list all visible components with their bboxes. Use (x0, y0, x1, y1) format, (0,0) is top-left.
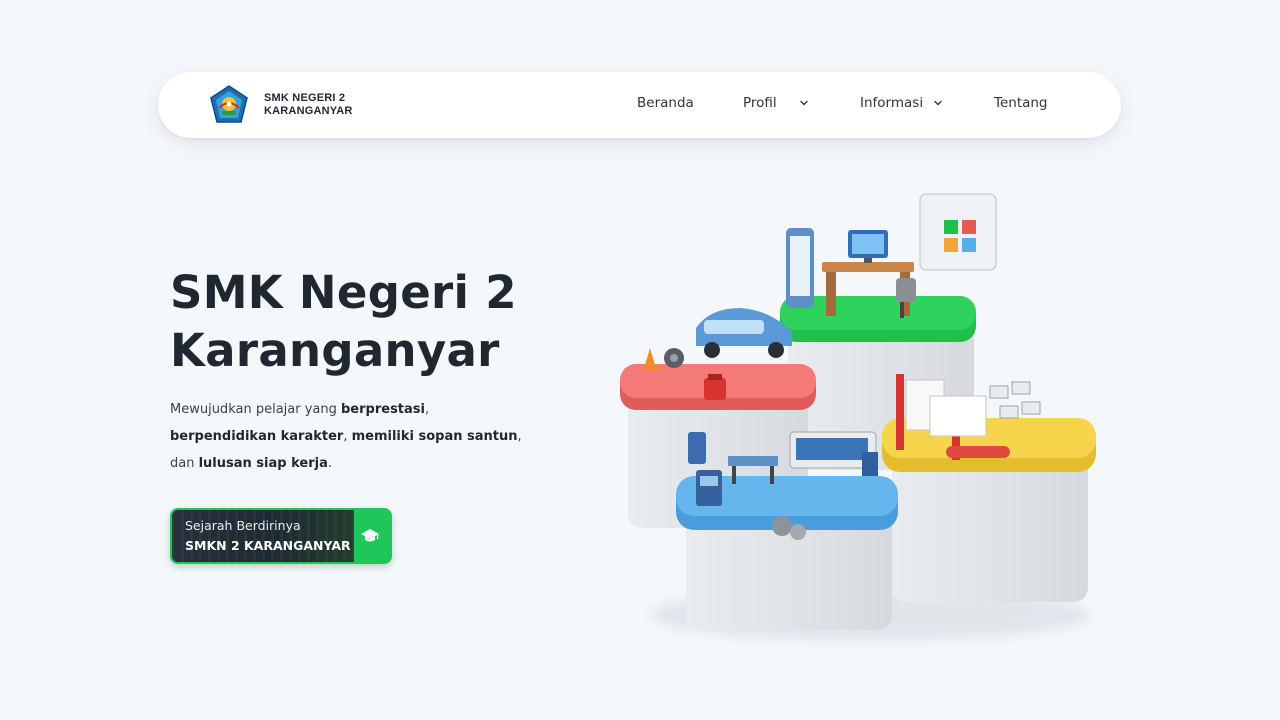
graduation-cap-icon (361, 529, 379, 542)
nav-item-beranda[interactable]: Beranda (637, 95, 694, 111)
car-icon (696, 308, 792, 358)
phone-panel-icon (786, 228, 814, 308)
desc-bold: memiliki sopan santun (351, 429, 518, 444)
brand-text: SMK NEGERI 2 KARANGANYAR (264, 92, 353, 118)
nav-label-tentang: Tentang (994, 95, 1048, 111)
desc-bold: lulusan siap kerja (198, 456, 328, 471)
desc-bold: berpendidikan karakter (170, 429, 344, 444)
desc-text: dan (170, 456, 199, 471)
nav-item-informasi[interactable]: Informasi (860, 95, 943, 111)
chevron-down-icon (934, 100, 942, 106)
school-logo-icon (210, 85, 248, 123)
desc-text: Mewujudkan pelajar yang (170, 402, 341, 417)
desc-text: , (425, 402, 430, 417)
hero-description: Mewujudkan pelajar yang berprestasi, ber… (170, 396, 530, 477)
history-button-bold-text: SMKN 2 KARANGANYAR (185, 538, 351, 553)
dashboard-panel-icon (919, 193, 997, 271)
yellow-block (882, 418, 1096, 602)
history-button-small-text: Sejarah Berdirinya (185, 518, 301, 533)
nav-item-profil[interactable]: Profil (743, 95, 809, 111)
history-button[interactable]: Sejarah Berdirinya SMKN 2 KARANGANYAR (170, 508, 392, 564)
desc-bold: berprestasi (341, 402, 425, 417)
vocational-departments-illustration (620, 193, 1096, 641)
history-button-label: Sejarah Berdirinya SMKN 2 KARANGANYAR (172, 510, 354, 562)
sewing-machines-icon (989, 381, 1041, 419)
brand[interactable]: SMK NEGERI 2 KARANGANYAR (208, 84, 353, 126)
desc-text: , (517, 429, 522, 444)
nav-label-profil: Profil (743, 95, 777, 111)
desc-text: . (327, 456, 332, 471)
page: SMK NEGERI 2 KARANGANYAR Beranda Profil … (0, 0, 1280, 720)
brand-line-1: SMK NEGERI 2 (264, 92, 346, 104)
navbar: SMK NEGERI 2 KARANGANYAR Beranda Profil … (158, 72, 1121, 138)
nav-label-beranda: Beranda (637, 95, 694, 111)
gear-icon (664, 348, 684, 368)
hero-title: SMK Negeri 2 Karanganyar (170, 264, 517, 380)
hero-title-line-2: Karanganyar (170, 324, 500, 377)
traffic-cone-icon (641, 348, 659, 370)
brand-line-2: KARANGANYAR (264, 105, 353, 117)
nav-item-tentang[interactable]: Tentang (994, 95, 1048, 111)
desc-text: , (343, 429, 352, 444)
nav-label-informasi: Informasi (860, 95, 924, 111)
chevron-down-icon (799, 100, 808, 106)
hero-title-line-1: SMK Negeri 2 (170, 266, 517, 319)
